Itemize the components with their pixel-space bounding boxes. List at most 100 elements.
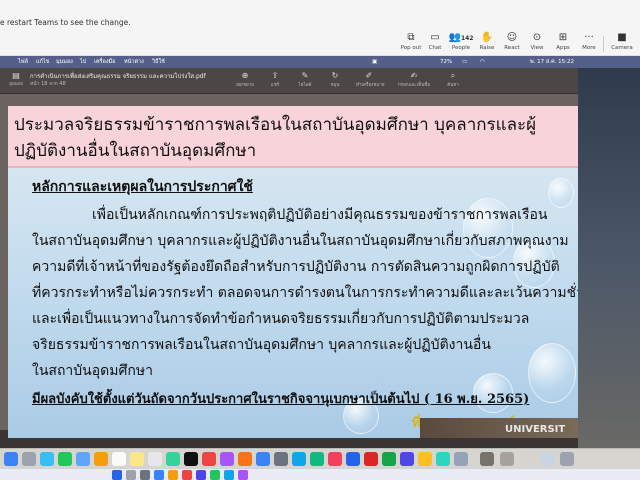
markup-icon: ✐ [365,71,373,80]
books-icon[interactable] [238,452,252,466]
slide-body: หลักการและเหตุผลในการประกาศใช้ เพื่อเป็น… [8,168,578,438]
downloads-icon[interactable] [480,452,494,466]
document-icon[interactable] [500,452,514,466]
maps-icon[interactable] [166,452,180,466]
excel-icon[interactable] [382,452,396,466]
search-button[interactable]: ⌕ ค้นหา [440,70,466,92]
zoom-app-icon[interactable] [454,452,468,466]
battery-icon: ▭ [462,59,468,65]
music-icon[interactable] [202,452,216,466]
toolbar-divider [603,36,604,52]
file-explorer-icon[interactable] [168,470,178,480]
desktop-background [578,68,640,458]
wifi-icon: ◠ [480,59,485,65]
podcasts-icon[interactable] [220,452,234,466]
sign-button[interactable]: ✍ กรอกและเซ็นชื่อ [396,70,432,92]
section-heading: หลักการและเหตุผลในการประกาศใช้ [32,179,253,195]
body-line-7: ในสถาบันอุดมศึกษา [32,363,153,379]
teams-icon[interactable] [196,470,206,480]
powerpoint-icon[interactable] [364,452,378,466]
camera-button[interactable]: ■ Camera [607,32,637,54]
markup-button[interactable]: ✐ ทำเครื่องหมาย [356,70,384,92]
finder-icon[interactable] [4,452,18,466]
keynote-icon[interactable] [292,452,306,466]
windows-taskbar [0,468,640,480]
water-drop-decoration [528,343,576,403]
sidebar-toggle-button[interactable]: ▤ มุมมอง [6,71,26,91]
app-store-icon[interactable] [256,452,270,466]
app-icon[interactable] [224,470,234,480]
viewer-toolbar: ▤ มุมมอง การดำเนินการเพื่อส่งเสริมคุณธรร… [0,68,578,94]
zoom-button[interactable]: ⊕ ย่อ/ขยาย [232,70,258,92]
calendar-icon[interactable] [112,452,126,466]
start-icon[interactable] [112,470,122,480]
word-icon[interactable] [346,452,360,466]
notes-icon[interactable] [130,452,144,466]
rotate-icon: ↻ [331,71,339,80]
menu-window[interactable]: หน้าต่าง [124,56,144,68]
document-icon[interactable] [540,452,554,466]
photos-icon[interactable] [94,452,108,466]
water-drop-decoration [548,178,574,208]
chrome-icon[interactable] [418,452,432,466]
document-icon[interactable] [520,452,534,466]
restart-notice: e restart Teams to see the change. [0,18,131,27]
menu-go[interactable]: ไป [80,56,86,68]
slide-page: ประมวลจริยธรรมข้าราชการพลเรือนในสถาบันอุ… [8,106,578,438]
screen-share-icon: ▣ [372,59,378,65]
trash-icon[interactable] [560,452,574,466]
launchpad-icon[interactable] [22,452,36,466]
battery-level: 72% [440,59,453,65]
body-line-3: ความดีที่เจ้าหน้าที่ของรัฐต้องยึดถือสำหร… [32,259,560,275]
more-icon: ··· [584,32,594,43]
slide-header: ประมวลจริยธรรมข้าราชการพลเรือนในสถาบันอุ… [8,106,578,168]
highlight-icon: ✎ [301,71,309,80]
share-icon: ⇪ [271,71,279,80]
search-icon: ⌕ [450,71,456,80]
task-view-icon[interactable] [140,470,150,480]
messages-icon[interactable] [58,452,72,466]
tv-icon[interactable] [184,452,198,466]
body-line-4: ที่ควรกระทำหรือไม่ควรกระทำ ตลอดจนการดำรง… [32,285,578,301]
mail-icon[interactable] [76,452,90,466]
rotate-button[interactable]: ↻ หมุน [322,70,348,92]
numbers-icon[interactable] [310,452,324,466]
more-button[interactable]: ··· More [574,32,604,54]
safari-icon[interactable] [40,452,54,466]
page-count: หน้า 18 จาก 48 [30,81,66,87]
camera-icon: ■ [617,32,627,43]
sidebar-icon: ▤ [12,71,20,80]
clock: พ. 17 ส.ค. 15:22 [530,59,574,65]
preview-icon[interactable] [328,452,342,466]
chrome-icon[interactable] [182,470,192,480]
body-line-1: เพื่อเป็นหลักเกณฑ์การประพฤติปฏิบัติอย่าง… [92,207,548,223]
body-line-2: ในสถาบันอุดมศึกษา บุคลากรและผู้ปฏิบัติงา… [32,233,569,249]
sign-icon: ✍ [410,71,418,80]
teams-meeting-bar: e restart Teams to see the change. ⧉ Pop… [0,0,640,56]
menu-edit[interactable]: แก้ไข [36,56,49,68]
university-sign: UNIVERSIT [505,424,566,435]
mac-dock [0,448,640,468]
app-icon[interactable] [238,470,248,480]
slide-heading: ประมวลจริยธรรมข้าราชการพลเรือนในสถาบันอุ… [14,115,537,161]
menu-file[interactable]: ไฟล์ [18,56,28,68]
body-line-5: และเพื่อเป็นแนวทางในการจัดทำข้อกำหนดจริย… [32,311,530,327]
mac-menubar: ไฟล์ แก้ไข มุมมอง ไป เครื่องมือ หน้าต่าง… [0,56,640,68]
edge-icon[interactable] [154,470,164,480]
people-icon: 👥 [448,32,461,43]
highlight-button[interactable]: ✎ ไฮไลต์ [292,70,318,92]
shared-screen: ไฟล์ แก้ไข มุมมอง ไป เครื่องมือ หน้าต่าง… [0,56,640,468]
menu-view[interactable]: มุมมอง [56,56,73,68]
effective-date-line: มีผลบังคับใช้ตั้งแต่วันถัดจากวันประกาศใน… [32,392,530,407]
pdf-viewer-window: ▤ มุมมอง การดำเนินการเพื่อส่งเสริมคุณธรร… [0,68,578,438]
share-button[interactable]: ⇪ แชร์ [262,70,288,92]
body-line-6: จริยธรรมข้าราชการพลเรือนในสถาบันอุดมศึกษ… [32,337,491,353]
line-icon[interactable] [436,452,450,466]
teams-icon[interactable] [400,452,414,466]
settings-icon[interactable] [274,452,288,466]
search-icon[interactable] [126,470,136,480]
menu-help[interactable]: วิธีใช้ [152,56,165,68]
reminders-icon[interactable] [148,452,162,466]
app-icon[interactable] [210,470,220,480]
menu-tools[interactable]: เครื่องมือ [94,56,115,68]
